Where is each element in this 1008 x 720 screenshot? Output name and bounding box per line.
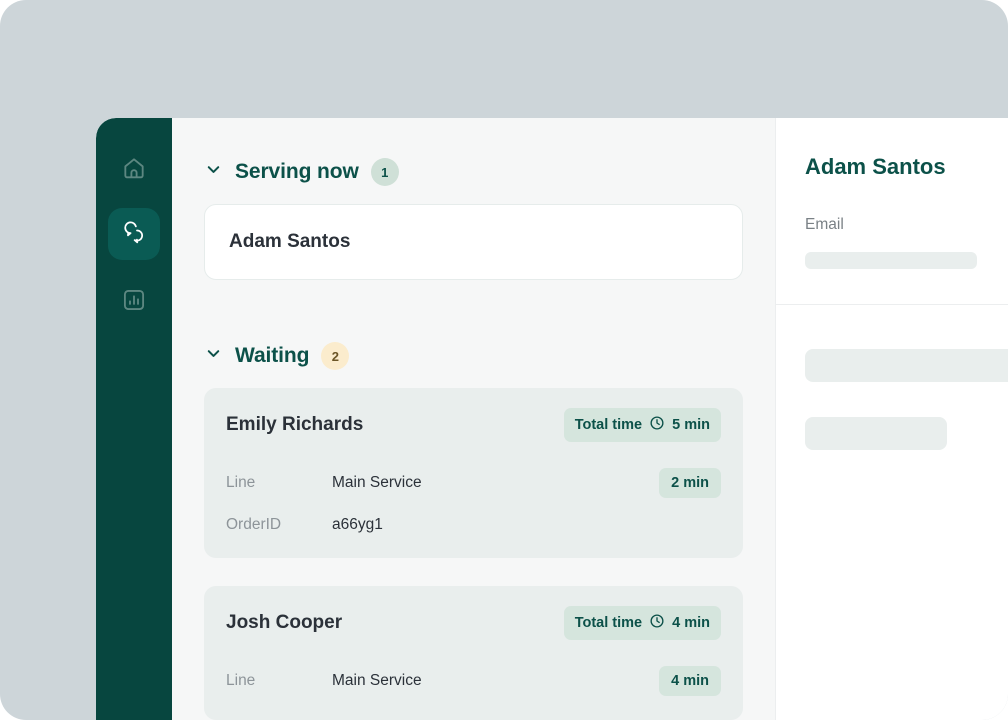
serving-now-card[interactable]: Adam Santos bbox=[204, 204, 743, 280]
home-icon bbox=[121, 155, 147, 181]
skeleton-bar bbox=[805, 417, 947, 450]
section-title: Serving now bbox=[235, 160, 359, 183]
bar-chart-icon bbox=[121, 287, 147, 313]
sidebar-item-conversations[interactable] bbox=[108, 208, 160, 260]
waiting-card[interactable]: Emily Richards Total time 5 min Line Mai… bbox=[204, 388, 743, 558]
detail-row: Line Main Service 4 min bbox=[226, 666, 721, 696]
total-time-badge: Total time 4 min bbox=[563, 606, 721, 640]
chevron-down-icon[interactable] bbox=[204, 344, 223, 368]
section-title: Waiting bbox=[235, 344, 310, 367]
section-header-serving-now[interactable]: Serving now 1 bbox=[172, 158, 775, 186]
detail-row: OrderID a66yg1 bbox=[226, 516, 721, 534]
total-time-value: 5 min bbox=[672, 417, 710, 433]
row-value: a66yg1 bbox=[332, 516, 383, 533]
total-time-label: Total time bbox=[574, 615, 643, 631]
app-window: Serving now 1 Adam Santos Waiting 2 Emil… bbox=[96, 118, 1008, 720]
detail-field-label: Email bbox=[805, 216, 844, 233]
row-key: Line bbox=[226, 474, 256, 491]
chat-bubbles-icon bbox=[121, 220, 148, 248]
section-header-waiting[interactable]: Waiting 2 bbox=[172, 342, 775, 370]
customer-name: Adam Santos bbox=[229, 231, 351, 252]
waiting-card-header: Josh Cooper Total time 4 min bbox=[226, 606, 721, 640]
total-time-badge: Total time 5 min bbox=[563, 408, 721, 442]
detail-row: Line Main Service 2 min bbox=[226, 468, 721, 498]
clock-icon bbox=[649, 415, 665, 435]
row-value: Main Service bbox=[332, 672, 422, 689]
total-time-value: 4 min bbox=[672, 615, 710, 631]
customer-name: Josh Cooper bbox=[226, 612, 343, 633]
clock-icon bbox=[649, 613, 665, 633]
sidebar-item-home[interactable] bbox=[108, 142, 160, 194]
skeleton-bar bbox=[805, 349, 1008, 382]
sidebar-item-analytics[interactable] bbox=[108, 274, 160, 326]
row-value: Main Service bbox=[332, 474, 422, 491]
row-time-pill: 2 min bbox=[659, 468, 721, 498]
customer-name: Emily Richards bbox=[226, 414, 364, 435]
row-time-pill: 4 min bbox=[659, 666, 721, 696]
row-key: OrderID bbox=[226, 516, 282, 533]
section-count-badge: 1 bbox=[370, 158, 399, 186]
section-serving-now: Serving now 1 Adam Santos bbox=[172, 158, 775, 280]
customer-detail-panel: Adam Santos Email bbox=[775, 118, 1008, 720]
section-count-badge: 2 bbox=[321, 342, 350, 370]
detail-skeleton-group bbox=[776, 305, 1008, 450]
detail-panel-title: Adam Santos bbox=[805, 154, 946, 179]
sidebar bbox=[96, 118, 172, 720]
chevron-down-icon[interactable] bbox=[204, 160, 223, 184]
detail-field-value-placeholder bbox=[805, 252, 977, 269]
row-key: Line bbox=[226, 672, 256, 689]
queue-list-column: Serving now 1 Adam Santos Waiting 2 Emil… bbox=[172, 118, 775, 720]
app-root: Serving now 1 Adam Santos Waiting 2 Emil… bbox=[0, 0, 1008, 720]
waiting-card[interactable]: Josh Cooper Total time 4 min Line Main S… bbox=[204, 586, 743, 720]
waiting-card-header: Emily Richards Total time 5 min bbox=[226, 408, 721, 442]
total-time-label: Total time bbox=[574, 417, 643, 433]
section-waiting: Waiting 2 Emily Richards Total time 5 mi… bbox=[172, 342, 775, 720]
